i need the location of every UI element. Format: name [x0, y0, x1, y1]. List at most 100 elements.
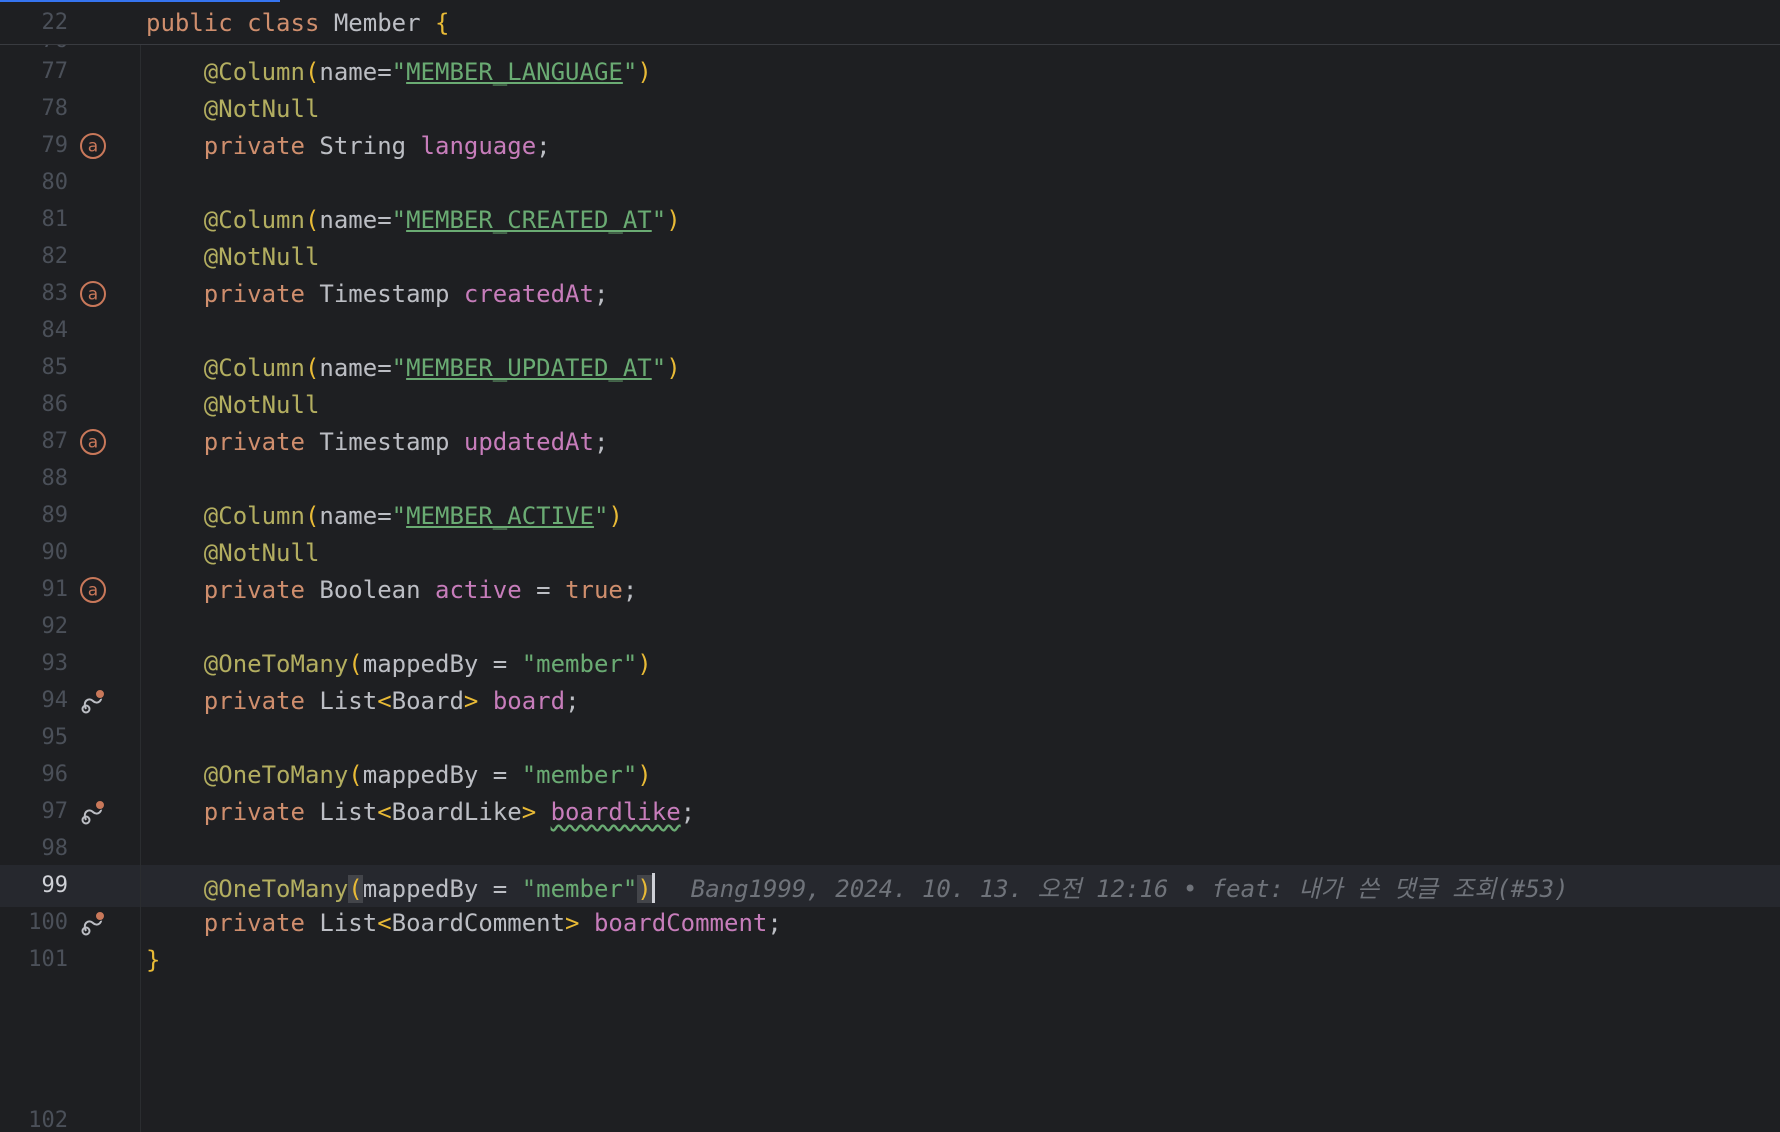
code-line[interactable]: 91 a private Boolean active = true; [0, 569, 1780, 611]
line-number[interactable]: 86 [0, 392, 69, 418]
code-line[interactable]: 97 private List<BoardLike> boardlike; [0, 791, 1780, 833]
keyword: private [203, 687, 305, 715]
brace: { [435, 9, 450, 37]
code-line[interactable]: 86 @NotNull [0, 384, 1780, 426]
line-number[interactable]: 88 [0, 466, 69, 492]
column-name-link[interactable]: MEMBER_CREATED_AT [406, 206, 652, 234]
code-line[interactable]: 79 a private String language; [0, 125, 1780, 167]
string-literal: "member" [521, 650, 638, 678]
code-line[interactable]: 88 [0, 458, 1780, 500]
line-number[interactable]: 77 [0, 59, 69, 85]
at-icon[interactable]: a [78, 131, 108, 161]
line-number[interactable]: 93 [0, 651, 69, 677]
paren: ( [348, 650, 363, 678]
line-number[interactable]: 79 [0, 133, 69, 159]
line-number[interactable]: 100 [0, 910, 68, 936]
code-line[interactable]: 83 a private Timestamp createdAt; [0, 273, 1780, 315]
line-number[interactable]: 89 [0, 503, 69, 529]
line-number[interactable]: 82 [0, 244, 69, 270]
code-line[interactable]: 100 private List<BoardComment> boardComm… [0, 902, 1780, 944]
code-text: private String language; [203, 132, 551, 160]
column-name-link[interactable]: MEMBER_LANGUAGE [406, 58, 623, 86]
line-number[interactable]: 83 [0, 281, 69, 307]
field-name: language [420, 132, 537, 160]
line-number[interactable]: 99 [0, 873, 69, 899]
line-number: 22 [41, 10, 69, 35]
keyword: public [146, 9, 233, 37]
line-number[interactable]: 95 [0, 725, 69, 751]
line-number[interactable]: 87 [0, 429, 69, 455]
code-line[interactable]: 80 [0, 162, 1780, 204]
field-name: updatedAt [463, 428, 594, 456]
at-icon[interactable]: a [78, 575, 108, 605]
line-number[interactable]: 91 [0, 577, 69, 603]
code-line[interactable]: 89 @Column(name="MEMBER_ACTIVE") [0, 495, 1780, 537]
code-line[interactable]: 93 @OneToMany(mappedBy = "member") [0, 643, 1780, 685]
string-quote: " [391, 206, 407, 234]
line-number[interactable]: 94 [0, 688, 69, 714]
code-line[interactable]: 82 @NotNull [0, 236, 1780, 278]
relation-icon[interactable] [78, 686, 108, 716]
code-line[interactable]: 87 a private Timestamp updatedAt; [0, 421, 1780, 463]
annotation: @Column [203, 206, 305, 234]
line-number[interactable]: 98 [0, 836, 69, 862]
gutter-separator [140, 45, 141, 1132]
line-number[interactable]: 90 [0, 540, 69, 566]
code-line[interactable]: 84 [0, 310, 1780, 352]
string-quote: " [651, 354, 667, 382]
code-line[interactable]: 92 [0, 606, 1780, 648]
code-text: @Column(name="MEMBER_ACTIVE") [203, 502, 623, 530]
code-line[interactable]: 81 @Column(name="MEMBER_CREATED_AT") [0, 199, 1780, 241]
line-number[interactable]: 92 [0, 614, 69, 640]
line-number[interactable]: 97 [0, 799, 69, 825]
angle-bracket: < [377, 909, 392, 937]
line-number[interactable]: 81 [0, 207, 69, 233]
code-line[interactable]: 101} [0, 939, 1780, 981]
code-line[interactable]: 96 @OneToMany(mappedBy = "member") [0, 754, 1780, 796]
sticky-class-header[interactable]: 22 public class Member { [0, 2, 1780, 45]
string-quote: " [593, 502, 609, 530]
line-number[interactable]: 101 [0, 947, 68, 973]
code-line[interactable]: 94 private List<Board> board; [0, 680, 1780, 722]
code-line[interactable]: 99 @OneToMany(mappedBy = "member") Bang19… [0, 865, 1780, 907]
at-icon[interactable]: a [78, 279, 108, 309]
code-editor[interactable]: 76 77 @Column(name="MEMBER_LANGUAGE")78 … [0, 45, 1780, 1132]
git-blame-annotation[interactable]: Bang1999, 2024. 10. 13. 오전 12:16 • feat:… [691, 875, 1569, 903]
column-name-link[interactable]: MEMBER_ACTIVE [406, 502, 594, 530]
code-line[interactable]: 95 [0, 717, 1780, 759]
string-literal: "member" [521, 761, 638, 789]
column-name-link[interactable]: MEMBER_UPDATED_AT [406, 354, 652, 382]
code-text: private Timestamp updatedAt; [203, 428, 609, 456]
code-line-partial: 102 [0, 1082, 1780, 1132]
annotation: @Column [203, 502, 305, 530]
relation-icon[interactable] [78, 908, 108, 938]
code-line[interactable]: 98 [0, 828, 1780, 870]
annotation: @NotNull [203, 95, 320, 123]
keyword: private [203, 576, 305, 604]
at-icon[interactable]: a [78, 427, 108, 457]
line-number[interactable]: 96 [0, 762, 69, 788]
line-number[interactable]: 84 [0, 318, 69, 344]
code-line[interactable]: 90 @NotNull [0, 532, 1780, 574]
line-number[interactable]: 78 [0, 96, 69, 122]
keyword: private [203, 132, 305, 160]
keyword: private [203, 280, 305, 308]
keyword: private [203, 428, 305, 456]
svg-text:a: a [88, 433, 98, 453]
paren: ) [637, 650, 652, 678]
code-line[interactable]: 78 @NotNull [0, 88, 1780, 130]
paren: ( [348, 761, 363, 789]
code-text: @Column(name="MEMBER_UPDATED_AT") [203, 354, 681, 382]
paren: ( [304, 354, 320, 382]
code-line[interactable]: 85 @Column(name="MEMBER_UPDATED_AT") [0, 347, 1780, 389]
angle-bracket: > [463, 687, 479, 715]
code-line[interactable]: 77 @Column(name="MEMBER_LANGUAGE") [0, 51, 1780, 93]
line-number[interactable]: 85 [0, 355, 69, 381]
relation-icon[interactable] [78, 797, 108, 827]
keyword: private [203, 909, 305, 937]
field-name: createdAt [463, 280, 594, 308]
code-text: private Timestamp createdAt; [203, 280, 609, 308]
line-number[interactable]: 80 [0, 170, 69, 196]
code-text: private List<BoardLike> boardlike; [203, 798, 696, 826]
paren: ( [348, 875, 363, 903]
